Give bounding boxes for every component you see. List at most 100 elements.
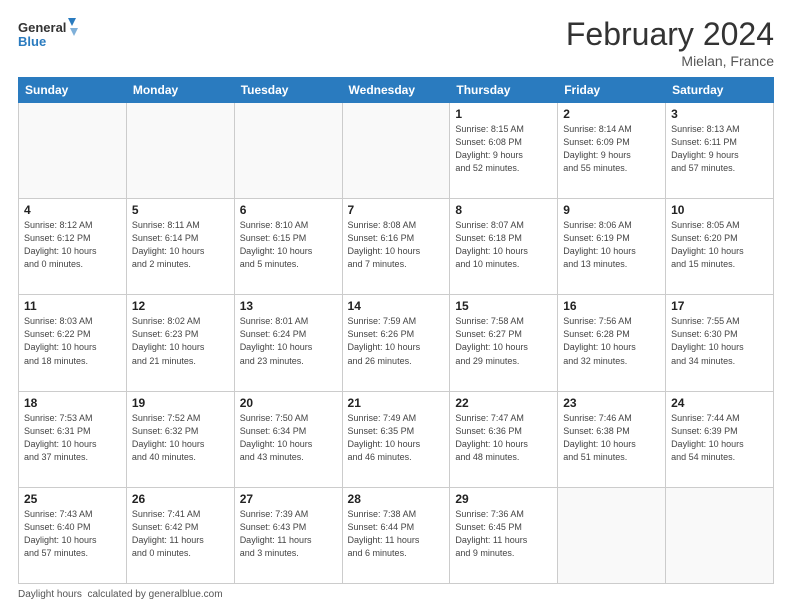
day-cell: 29 Sunrise: 7:36 AM Sunset: 6:45 PM Dayli…	[450, 487, 558, 583]
svg-text:Blue: Blue	[18, 34, 46, 49]
day-info: Sunrise: 7:55 AM Sunset: 6:30 PM Dayligh…	[671, 315, 768, 367]
svg-text:General: General	[18, 20, 66, 35]
day-number: 11	[24, 299, 121, 313]
day-info: Sunrise: 8:07 AM Sunset: 6:18 PM Dayligh…	[455, 219, 552, 271]
day-number: 12	[132, 299, 229, 313]
day-cell	[19, 103, 127, 199]
day-number: 9	[563, 203, 660, 217]
day-number: 3	[671, 107, 768, 121]
day-info: Sunrise: 7:49 AM Sunset: 6:35 PM Dayligh…	[348, 412, 445, 464]
day-info: Sunrise: 8:12 AM Sunset: 6:12 PM Dayligh…	[24, 219, 121, 271]
day-cell: 2 Sunrise: 8:14 AM Sunset: 6:09 PM Daylig…	[558, 103, 666, 199]
week-row-1: 4Sunrise: 8:12 AM Sunset: 6:12 PM Daylig…	[19, 199, 774, 295]
day-number: 14	[348, 299, 445, 313]
day-cell: 15Sunrise: 7:58 AM Sunset: 6:27 PM Dayli…	[450, 295, 558, 391]
day-number: 23	[563, 396, 660, 410]
week-row-3: 18 Sunrise: 7:53 AM Sunset: 6:31 PM Dayli…	[19, 391, 774, 487]
day-number: 29	[455, 492, 552, 506]
day-cell: 14 Sunrise: 7:59 AM Sunset: 6:26 PM Dayli…	[342, 295, 450, 391]
day-info: Sunrise: 7:44 AM Sunset: 6:39 PM Dayligh…	[671, 412, 768, 464]
day-info: Sunrise: 8:06 AM Sunset: 6:19 PM Dayligh…	[563, 219, 660, 271]
day-cell: 9 Sunrise: 8:06 AM Sunset: 6:19 PM Daylig…	[558, 199, 666, 295]
day-cell: 1 Sunrise: 8:15 AM Sunset: 6:08 PM Daylig…	[450, 103, 558, 199]
day-cell: 26 Sunrise: 7:41 AM Sunset: 6:42 PM Dayli…	[126, 487, 234, 583]
day-number: 2	[563, 107, 660, 121]
title-block: February 2024 Mielan, France	[566, 16, 774, 69]
day-number: 18	[24, 396, 121, 410]
header-cell-friday: Friday	[558, 78, 666, 103]
day-info: Sunrise: 7:39 AM Sunset: 6:43 PM Dayligh…	[240, 508, 337, 560]
day-number: 10	[671, 203, 768, 217]
day-cell: 6Sunrise: 8:10 AM Sunset: 6:15 PM Daylig…	[234, 199, 342, 295]
day-cell: 23 Sunrise: 7:46 AM Sunset: 6:38 PM Dayli…	[558, 391, 666, 487]
page: General Blue February 2024 Mielan, Franc…	[0, 0, 792, 612]
day-cell: 5 Sunrise: 8:11 AM Sunset: 6:14 PM Daylig…	[126, 199, 234, 295]
day-info: Sunrise: 8:14 AM Sunset: 6:09 PM Dayligh…	[563, 123, 660, 175]
header-cell-thursday: Thursday	[450, 78, 558, 103]
day-info: Sunrise: 8:10 AM Sunset: 6:15 PM Dayligh…	[240, 219, 337, 271]
week-row-2: 11 Sunrise: 8:03 AM Sunset: 6:22 PM Dayli…	[19, 295, 774, 391]
calendar-table: SundayMondayTuesdayWednesdayThursdayFrid…	[18, 77, 774, 584]
day-info: Sunrise: 7:36 AM Sunset: 6:45 PM Dayligh…	[455, 508, 552, 560]
day-info: Sunrise: 7:46 AM Sunset: 6:38 PM Dayligh…	[563, 412, 660, 464]
day-cell: 8Sunrise: 8:07 AM Sunset: 6:18 PM Daylig…	[450, 199, 558, 295]
day-cell: 18 Sunrise: 7:53 AM Sunset: 6:31 PM Dayli…	[19, 391, 127, 487]
day-cell: 28Sunrise: 7:38 AM Sunset: 6:44 PM Dayli…	[342, 487, 450, 583]
day-cell: 7 Sunrise: 8:08 AM Sunset: 6:16 PM Daylig…	[342, 199, 450, 295]
day-number: 26	[132, 492, 229, 506]
day-cell: 24Sunrise: 7:44 AM Sunset: 6:39 PM Dayli…	[666, 391, 774, 487]
day-info: Sunrise: 7:50 AM Sunset: 6:34 PM Dayligh…	[240, 412, 337, 464]
day-number: 21	[348, 396, 445, 410]
day-info: Sunrise: 8:08 AM Sunset: 6:16 PM Dayligh…	[348, 219, 445, 271]
day-info: Sunrise: 8:02 AM Sunset: 6:23 PM Dayligh…	[132, 315, 229, 367]
day-number: 5	[132, 203, 229, 217]
day-cell: 20 Sunrise: 7:50 AM Sunset: 6:34 PM Dayli…	[234, 391, 342, 487]
day-info: Sunrise: 7:56 AM Sunset: 6:28 PM Dayligh…	[563, 315, 660, 367]
day-info: Sunrise: 8:03 AM Sunset: 6:22 PM Dayligh…	[24, 315, 121, 367]
day-cell	[558, 487, 666, 583]
header-row: SundayMondayTuesdayWednesdayThursdayFrid…	[19, 78, 774, 103]
day-info: Sunrise: 7:53 AM Sunset: 6:31 PM Dayligh…	[24, 412, 121, 464]
header: General Blue February 2024 Mielan, Franc…	[18, 16, 774, 69]
day-info: Sunrise: 8:01 AM Sunset: 6:24 PM Dayligh…	[240, 315, 337, 367]
logo-svg: General Blue	[18, 16, 78, 54]
day-info: Sunrise: 8:11 AM Sunset: 6:14 PM Dayligh…	[132, 219, 229, 271]
day-info: Sunrise: 7:38 AM Sunset: 6:44 PM Dayligh…	[348, 508, 445, 560]
day-number: 13	[240, 299, 337, 313]
day-number: 7	[348, 203, 445, 217]
day-info: Sunrise: 7:59 AM Sunset: 6:26 PM Dayligh…	[348, 315, 445, 367]
day-cell: 25Sunrise: 7:43 AM Sunset: 6:40 PM Dayli…	[19, 487, 127, 583]
day-info: Sunrise: 8:15 AM Sunset: 6:08 PM Dayligh…	[455, 123, 552, 175]
day-info: Sunrise: 7:52 AM Sunset: 6:32 PM Dayligh…	[132, 412, 229, 464]
day-number: 1	[455, 107, 552, 121]
day-number: 20	[240, 396, 337, 410]
day-cell: 27 Sunrise: 7:39 AM Sunset: 6:43 PM Dayli…	[234, 487, 342, 583]
day-cell: 3 Sunrise: 8:13 AM Sunset: 6:11 PM Daylig…	[666, 103, 774, 199]
day-info: Sunrise: 8:13 AM Sunset: 6:11 PM Dayligh…	[671, 123, 768, 175]
day-cell: 16 Sunrise: 7:56 AM Sunset: 6:28 PM Dayli…	[558, 295, 666, 391]
day-info: Sunrise: 7:58 AM Sunset: 6:27 PM Dayligh…	[455, 315, 552, 367]
day-number: 27	[240, 492, 337, 506]
day-cell: 4Sunrise: 8:12 AM Sunset: 6:12 PM Daylig…	[19, 199, 127, 295]
day-number: 17	[671, 299, 768, 313]
week-row-0: 1 Sunrise: 8:15 AM Sunset: 6:08 PM Daylig…	[19, 103, 774, 199]
day-cell: 13 Sunrise: 8:01 AM Sunset: 6:24 PM Dayli…	[234, 295, 342, 391]
day-cell	[342, 103, 450, 199]
day-info: Sunrise: 7:47 AM Sunset: 6:36 PM Dayligh…	[455, 412, 552, 464]
day-info: Sunrise: 7:41 AM Sunset: 6:42 PM Dayligh…	[132, 508, 229, 560]
header-cell-sunday: Sunday	[19, 78, 127, 103]
header-cell-wednesday: Wednesday	[342, 78, 450, 103]
daylight-label: Daylight hours	[18, 589, 82, 600]
location: Mielan, France	[566, 53, 774, 69]
day-number: 22	[455, 396, 552, 410]
day-number: 16	[563, 299, 660, 313]
day-cell: 11 Sunrise: 8:03 AM Sunset: 6:22 PM Dayli…	[19, 295, 127, 391]
day-cell: 22 Sunrise: 7:47 AM Sunset: 6:36 PM Dayli…	[450, 391, 558, 487]
day-cell: 21 Sunrise: 7:49 AM Sunset: 6:35 PM Dayli…	[342, 391, 450, 487]
day-cell	[666, 487, 774, 583]
day-cell: 17 Sunrise: 7:55 AM Sunset: 6:30 PM Dayli…	[666, 295, 774, 391]
day-info: Sunrise: 8:05 AM Sunset: 6:20 PM Dayligh…	[671, 219, 768, 271]
logo: General Blue	[18, 16, 78, 54]
header-cell-monday: Monday	[126, 78, 234, 103]
day-cell: 12 Sunrise: 8:02 AM Sunset: 6:23 PM Dayli…	[126, 295, 234, 391]
